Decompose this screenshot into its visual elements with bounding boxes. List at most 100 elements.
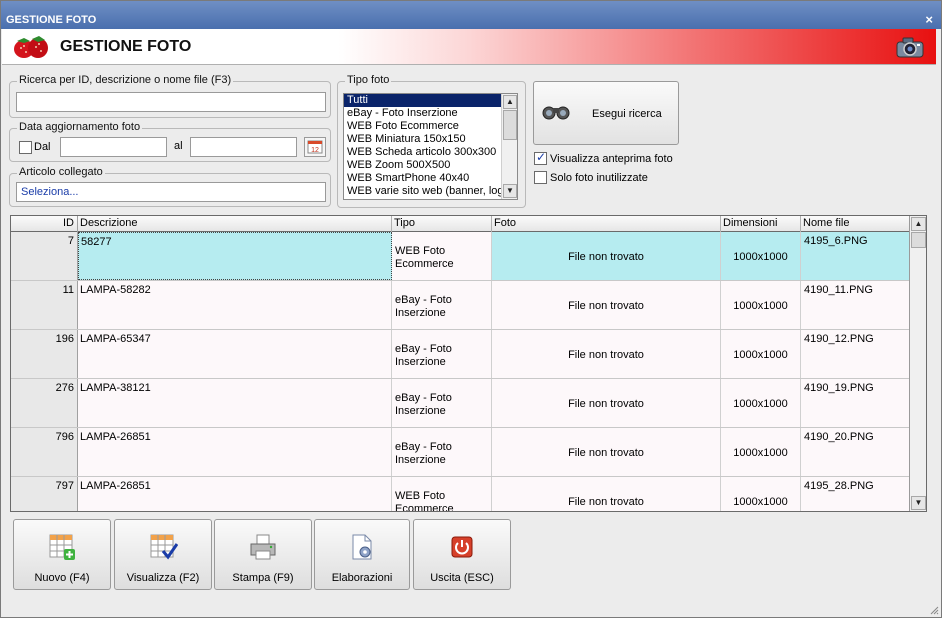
grid-add-icon xyxy=(49,534,75,560)
cell-nome-file: 4195_6.PNG xyxy=(804,235,868,247)
scroll-up-icon[interactable]: ▲ xyxy=(911,217,926,231)
table-header: ID Descrizione Tipo Foto Dimensioni Nome… xyxy=(11,216,909,232)
cell-id: 11 xyxy=(11,281,78,329)
close-icon[interactable]: × xyxy=(925,12,933,27)
scroll-down-icon[interactable]: ▼ xyxy=(911,496,926,510)
date-to-label: al xyxy=(174,140,183,152)
cell-dimensioni: 1000x1000 xyxy=(721,232,801,280)
table-scrollbar[interactable]: ▲ ▼ xyxy=(909,216,926,511)
photo-type-list[interactable]: Tutti eBay - Foto Inserzione WEB Foto Ec… xyxy=(343,93,518,200)
cell-foto: File non trovato xyxy=(492,477,721,511)
table-row[interactable]: 196 LAMPA-65347 eBay - Foto Inserzione F… xyxy=(11,330,909,379)
photo-type-item[interactable]: WEB Foto Ecommerce xyxy=(344,120,502,133)
title-bar: GESTIONE FOTO × xyxy=(1,1,941,29)
svg-text:12: 12 xyxy=(311,147,319,154)
cell-descrizione[interactable]: LAMPA-26851 xyxy=(78,428,392,476)
column-dimensioni[interactable]: Dimensioni xyxy=(721,216,801,232)
cell-tipo: eBay - Foto Inserzione xyxy=(392,428,492,476)
search-group: Ricerca per ID, descrizione o nome file … xyxy=(9,74,331,118)
cell-foto: File non trovato xyxy=(492,281,721,329)
cell-descrizione[interactable]: LAMPA-65347 xyxy=(78,330,392,378)
cell-tipo: WEB Foto Ecommerce xyxy=(392,232,492,280)
visualizza-button[interactable]: Visualizza (F2) xyxy=(114,519,212,590)
search-button-label: Esegui ricerca xyxy=(592,108,662,120)
power-icon xyxy=(451,536,473,558)
search-button[interactable]: Esegui ricerca xyxy=(533,81,679,145)
article-select[interactable] xyxy=(16,182,326,202)
calendar-icon: 12 xyxy=(307,140,323,154)
grid-check-icon xyxy=(150,534,178,560)
table-row[interactable]: 11 LAMPA-58282 eBay - Foto Inserzione Fi… xyxy=(11,281,909,330)
cell-dimensioni: 1000x1000 xyxy=(721,379,801,427)
cell-dimensioni: 1000x1000 xyxy=(721,477,801,511)
elaborazioni-button[interactable]: Elaborazioni xyxy=(314,519,410,590)
date-to-field[interactable] xyxy=(190,137,297,157)
photo-type-item[interactable]: WEB Miniatura 150x150 xyxy=(344,133,502,146)
column-foto[interactable]: Foto xyxy=(492,216,721,232)
cell-id: 7 xyxy=(11,232,78,280)
cell-dimensioni: 1000x1000 xyxy=(721,330,801,378)
table-row[interactable]: 797 LAMPA-26851 WEB Foto Ecommerce File … xyxy=(11,477,909,511)
calendar-button[interactable]: 12 xyxy=(304,137,326,157)
cell-id: 196 xyxy=(11,330,78,378)
photo-type-item[interactable]: WEB Scheda articolo 300x300 xyxy=(344,146,502,159)
photo-type-legend: Tipo foto xyxy=(345,74,392,86)
preview-label: Visualizza anteprima foto xyxy=(550,153,673,165)
gestione-foto-window: GESTIONE FOTO × GESTIONE FOTO Ricerca pe… xyxy=(0,0,942,618)
binoculars-icon xyxy=(542,106,570,120)
table-row[interactable]: 7 58277 WEB Foto Ecommerce File non trov… xyxy=(11,232,909,281)
camera-icon xyxy=(896,37,924,58)
cell-tipo: eBay - Foto Inserzione xyxy=(392,330,492,378)
search-legend: Ricerca per ID, descrizione o nome file … xyxy=(17,74,234,86)
search-input[interactable] xyxy=(16,92,326,112)
scroll-up-icon[interactable]: ▲ xyxy=(503,95,517,109)
date-from-field[interactable] xyxy=(60,137,167,157)
photo-type-item[interactable]: WEB SmartPhone 40x40 xyxy=(344,172,502,185)
cell-nome-file: 4190_20.PNG xyxy=(804,431,874,443)
nuovo-button[interactable]: Nuovo (F4) xyxy=(13,519,111,590)
uscita-button[interactable]: Uscita (ESC) xyxy=(413,519,511,590)
cell-descrizione[interactable]: LAMPA-26851 xyxy=(78,477,392,511)
window-title: GESTIONE FOTO xyxy=(6,14,97,26)
cell-nome-file: 4190_11.PNG xyxy=(804,284,873,296)
date-from-checkbox[interactable] xyxy=(19,141,32,154)
cell-descrizione[interactable]: LAMPA-58282 xyxy=(78,281,392,329)
cell-descrizione[interactable]: LAMPA-38121 xyxy=(78,379,392,427)
photo-type-item[interactable]: WEB Zoom 500X500 xyxy=(344,159,502,172)
cell-tipo: WEB Foto Ecommerce xyxy=(392,477,492,511)
document-gear-icon xyxy=(352,534,372,560)
photo-type-item[interactable]: WEB varie sito web (banner, log xyxy=(344,185,502,198)
stampa-button[interactable]: Stampa (F9) xyxy=(214,519,312,590)
date-group: Data aggiornamento foto Dal al 12 xyxy=(9,121,331,162)
scroll-thumb[interactable] xyxy=(911,232,926,248)
article-legend: Articolo collegato xyxy=(17,166,105,178)
cell-id: 797 xyxy=(11,477,78,511)
table-row[interactable]: 796 LAMPA-26851 eBay - Foto Inserzione F… xyxy=(11,428,909,477)
elaborazioni-button-label: Elaborazioni xyxy=(331,572,393,584)
date-from-label: Dal xyxy=(34,141,51,153)
scroll-thumb[interactable] xyxy=(503,110,517,140)
resize-grip-icon[interactable] xyxy=(929,605,939,615)
unused-label: Solo foto inutilizzate xyxy=(550,172,648,184)
column-descrizione[interactable]: Descrizione xyxy=(78,216,392,232)
column-nome-file[interactable]: Nome file xyxy=(801,216,909,232)
cell-dimensioni: 1000x1000 xyxy=(721,428,801,476)
cell-descrizione[interactable]: 58277 xyxy=(78,232,392,280)
preview-checkbox[interactable] xyxy=(534,150,547,165)
table-row[interactable]: 276 LAMPA-38121 eBay - Foto Inserzione F… xyxy=(11,379,909,428)
visualizza-button-label: Visualizza (F2) xyxy=(126,572,200,584)
unused-checkbox[interactable] xyxy=(534,171,547,184)
photo-type-scrollbar[interactable]: ▲ ▼ xyxy=(501,94,517,199)
cell-foto: File non trovato xyxy=(492,379,721,427)
column-tipo[interactable]: Tipo xyxy=(392,216,492,232)
column-id[interactable]: ID xyxy=(11,216,78,232)
photo-type-item[interactable]: eBay - Foto Inserzione xyxy=(344,107,502,120)
uscita-button-label: Uscita (ESC) xyxy=(430,572,494,584)
cell-nome-file: 4195_28.PNG xyxy=(804,480,874,492)
scroll-down-icon[interactable]: ▼ xyxy=(503,184,517,198)
cell-tipo: eBay - Foto Inserzione xyxy=(392,379,492,427)
cell-nome-file: 4190_12.PNG xyxy=(804,333,874,345)
printer-icon xyxy=(250,534,276,560)
photo-type-item[interactable]: Tutti xyxy=(344,94,502,107)
cell-nome-file: 4190_19.PNG xyxy=(804,382,874,394)
